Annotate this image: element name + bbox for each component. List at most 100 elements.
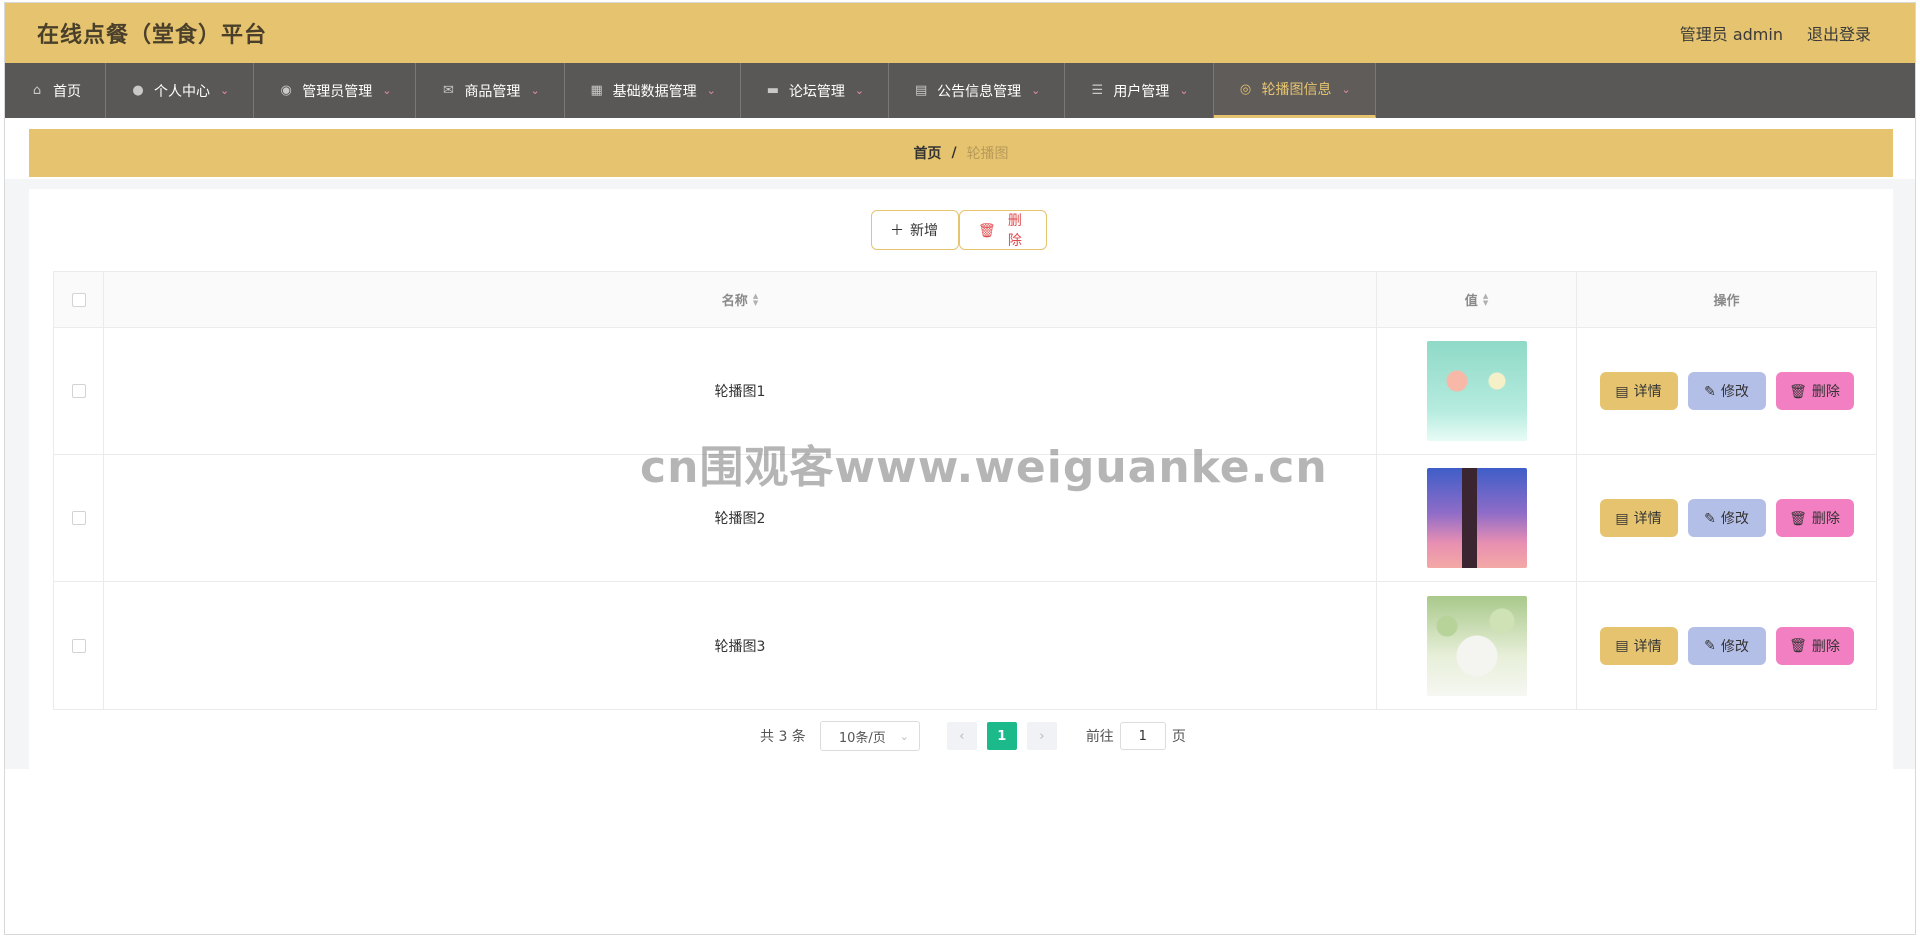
detail-button[interactable]: ▤ 详情 [1599,626,1678,665]
chevron-down-icon: ⌄ [1341,82,1351,96]
row-checkbox-cell [54,455,104,581]
column-header-actions: 操作 [1577,272,1876,327]
edit-button[interactable]: ✎ 修改 [1687,626,1766,665]
add-button[interactable]: ＋ 新增 [871,210,959,250]
top-header: 在线点餐（堂食）平台 管理员 admin 退出登录 [5,3,1915,63]
table-header: 名称 ▲ ▼ 值 ▲ ▼ 操作 [54,272,1876,328]
chevron-down-icon: ⌄ [382,84,392,97]
detail-button[interactable]: ▤ 详情 [1599,372,1678,410]
trash-icon: 🗑 [1789,637,1807,653]
target-icon: ◎ [1239,81,1252,97]
nav-item-personal-center[interactable]: ● 个人中心 ⌄ [106,63,255,118]
trash-icon: 🗑 [978,221,996,238]
next-page-button[interactable]: › [1026,722,1057,750]
document-icon: ▤ [1615,637,1629,653]
chevron-down-icon: ⌄ [530,84,540,97]
detail-label: 详情 [1633,383,1662,399]
chevron-down-icon: ⌄ [1179,84,1189,97]
prev-page-button[interactable]: ‹ [946,722,977,750]
current-user[interactable]: 管理员 admin [1680,21,1783,45]
page-number-button[interactable]: 1 [986,722,1017,750]
chevron-down-icon: ⌄ [220,84,230,97]
row-delete-button[interactable]: 🗑 删除 [1775,372,1854,410]
edit-label: 修改 [1720,383,1749,399]
nav-item-home[interactable]: ⌂ 首页 [5,63,106,118]
grid-icon: ▦ [590,83,603,98]
nav-item-admin-management[interactable]: ◉ 管理员管理 ⌄ [254,63,417,118]
column-label: 操作 [1713,294,1740,309]
document-icon: ▤ [1615,382,1629,399]
sort-icon[interactable]: ▲ ▼ [1483,292,1488,307]
delete-label: 删除 [1811,637,1840,654]
page-size-value: 10条/页 [838,730,886,746]
sort-icon[interactable]: ▲ ▼ [753,292,758,307]
column-label: 值 [1464,294,1478,309]
edit-label: 修改 [1720,637,1749,654]
plus-icon: ＋ [890,222,904,238]
nav-item-label: 管理员管理 [302,83,373,100]
chevron-down-icon: ⌄ [899,729,909,743]
carousel-thumbnail [1426,595,1527,696]
row-delete-button[interactable]: 🗑 删除 [1775,499,1854,537]
breadcrumb-home[interactable]: 首页 [913,143,941,163]
delete-button[interactable]: 🗑 删除 [959,210,1047,250]
edit-button[interactable]: ✎ 修改 [1687,372,1766,410]
chevron-down-icon: ⌄ [1031,84,1041,97]
nav-item-forum-management[interactable]: ▬ 论坛管理 ⌄ [741,63,890,118]
chevron-down-icon: ⌄ [854,84,865,97]
nav-item-product-management[interactable]: ✉ 商品管理 ⌄ [416,63,565,118]
breadcrumb-current: 轮播图 [966,146,1009,162]
row-checkbox[interactable] [71,384,86,398]
actions-cell: ▤ 详情 ✎ 修改 🗑 删除 [1577,582,1876,709]
nav-item-label: 首页 [53,83,81,100]
goto-page: 前往 页 [1086,722,1186,750]
breadcrumb-separator: / [951,145,957,161]
nav-item-label: 公告信息管理 [937,83,1022,100]
sliders-icon: ☰ [1091,83,1104,98]
chevron-down-icon: ⌄ [706,84,716,97]
delete-label: 删除 [1811,383,1840,399]
row-delete-button[interactable]: 🗑 删除 [1775,626,1854,665]
name-cell: 轮播图3 [104,582,1377,709]
edit-button[interactable]: ✎ 修改 [1687,499,1766,537]
app-frame: 在线点餐（堂食）平台 管理员 admin 退出登录 ⌂ 首页 ● 个人中心 ⌄ … [4,2,1916,935]
document-icon: ▤ [1615,509,1629,526]
logout-button[interactable]: 退出登录 [1807,21,1871,45]
nav-item-carousel-info[interactable]: ◎ 轮播图信息 ⌄ [1213,63,1376,118]
value-cell [1377,582,1577,709]
nav-item-base-data-management[interactable]: ▦ 基础数据管理 ⌄ [565,63,741,118]
pagination: 共 3 条 10条/页 ⌄ ‹ 1 › 前往 页 [760,721,1186,751]
trash-icon: 🗑 [1789,382,1807,399]
pencil-icon: ✎ [1704,509,1716,526]
pencil-icon: ✎ [1704,637,1716,653]
clipboard-icon: ▤ [914,83,928,98]
row-checkbox[interactable] [71,638,86,653]
trash-icon: 🗑 [1789,509,1807,526]
carousel-thumbnail [1426,341,1527,441]
user-icon: ● [132,83,144,98]
nav-item-user-management[interactable]: ☰ 用户管理 ⌄ [1065,63,1214,118]
carousel-thumbnail [1426,468,1527,568]
goto-suffix: 页 [1171,729,1186,745]
location-icon: ◉ [280,83,292,98]
row-checkbox-cell [54,582,104,709]
detail-button[interactable]: ▤ 详情 [1599,499,1678,537]
row-checkbox[interactable] [71,511,86,525]
edit-label: 修改 [1720,510,1749,526]
pencil-icon: ✎ [1704,382,1716,399]
nav-item-label: 商品管理 [464,83,521,100]
page-size-select[interactable]: 10条/页 ⌄ [819,721,920,751]
select-all-checkbox[interactable] [71,292,86,307]
chevron-left-icon: ‹ [959,728,965,744]
value-cell [1377,455,1577,581]
header-user-area: 管理员 admin 退出登录 [1680,21,1871,45]
actions-cell: ▤ 详情 ✎ 修改 🗑 删除 [1577,455,1876,581]
mail-icon: ✉ [442,83,454,98]
nav-item-notice-management[interactable]: ▤ 公告信息管理 ⌄ [889,63,1066,118]
app-title: 在线点餐（堂食）平台 [37,23,268,48]
goto-page-input[interactable] [1119,722,1166,750]
goto-prefix: 前往 [1085,729,1114,745]
detail-label: 详情 [1633,510,1662,526]
column-header-name[interactable]: 名称 ▲ ▼ [104,272,1377,327]
column-header-value[interactable]: 值 ▲ ▼ [1377,272,1577,327]
